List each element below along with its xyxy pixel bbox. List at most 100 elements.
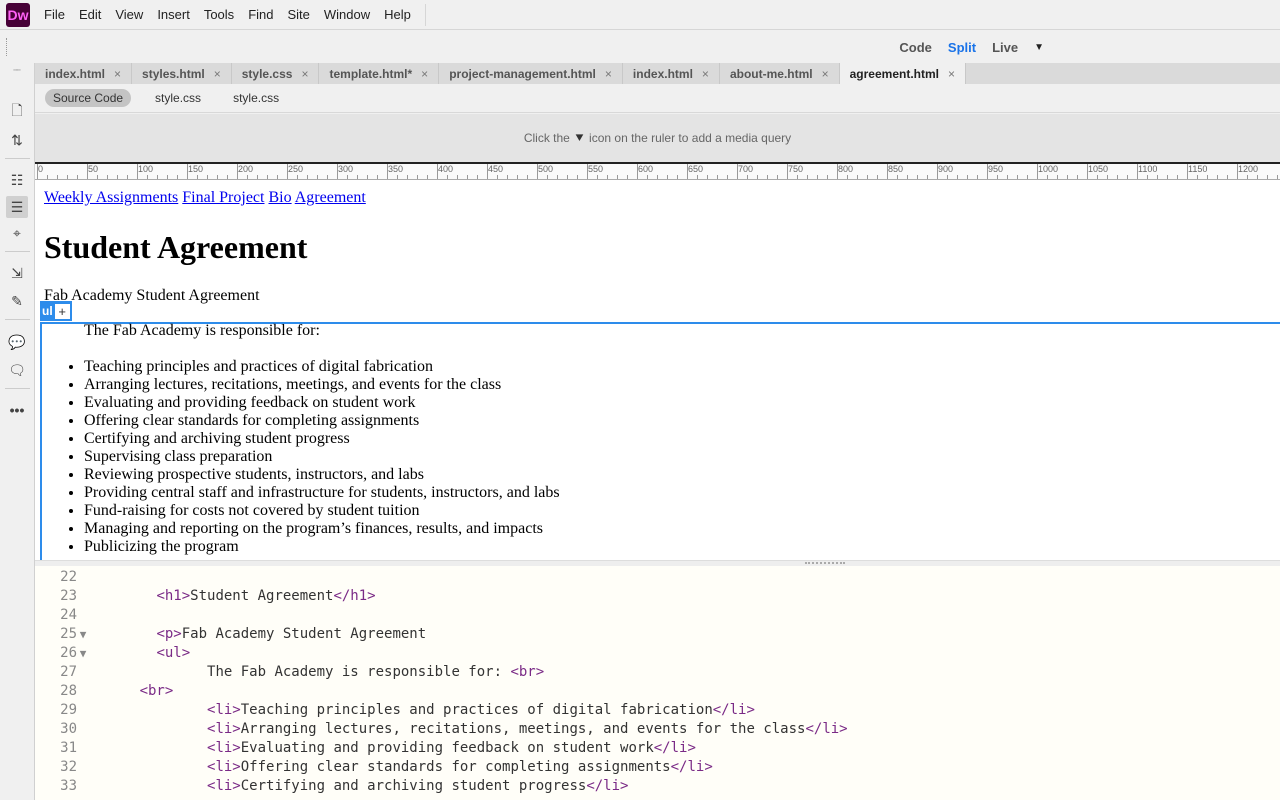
split-view-button[interactable]: Split bbox=[948, 40, 976, 55]
ruler-tick bbox=[277, 175, 278, 179]
tab-index-html[interactable]: index.html × bbox=[35, 63, 133, 84]
close-icon[interactable]: × bbox=[605, 67, 612, 81]
code-line[interactable]: 27 The Fab Academy is responsible for: <… bbox=[35, 663, 544, 682]
ruler-tick bbox=[1117, 175, 1118, 179]
related-file-style-css[interactable]: style.css bbox=[225, 89, 287, 107]
add-class-icon[interactable]: + bbox=[54, 303, 70, 319]
ruler-label: 250 bbox=[288, 164, 304, 174]
tab-style-css[interactable]: style.css × bbox=[232, 63, 320, 84]
tab-styles-html[interactable]: styles.html × bbox=[132, 63, 232, 84]
code-line[interactable]: 23 <h1>Student Agreement</h1> bbox=[35, 587, 375, 606]
nav-link-weekly-assignments[interactable]: Weekly Assignments bbox=[44, 189, 178, 206]
ruler-tick bbox=[597, 175, 598, 179]
code-line[interactable]: 31 <li>Evaluating and providing feedback… bbox=[35, 739, 696, 758]
responsibility-list: Teaching principles and practices of dig… bbox=[84, 358, 560, 556]
ruler-tick bbox=[1247, 175, 1248, 179]
code-line[interactable]: 32 <li>Offering clear standards for comp… bbox=[35, 758, 713, 777]
ruler-tick bbox=[1127, 175, 1128, 179]
ruler-tick bbox=[877, 175, 878, 179]
close-icon[interactable]: × bbox=[214, 67, 221, 81]
menu-view[interactable]: View bbox=[115, 7, 143, 22]
open-document-icon[interactable]: 🗋 bbox=[6, 101, 28, 123]
ruler-tick bbox=[497, 175, 498, 179]
nav-link-bio[interactable]: Bio bbox=[268, 189, 291, 206]
ruler-label: 700 bbox=[738, 164, 754, 174]
menu-find[interactable]: Find bbox=[248, 7, 273, 22]
target-icon[interactable]: ⌖ bbox=[6, 222, 28, 244]
file-transfer-icon[interactable]: ⇅ bbox=[6, 129, 28, 151]
menu-bar: Dw File Edit View Insert Tools Find Site… bbox=[0, 0, 1280, 30]
ruler-tick bbox=[1257, 175, 1258, 179]
tab-project-management-html[interactable]: project-management.html × bbox=[439, 63, 623, 84]
line-number: 32 bbox=[60, 759, 77, 775]
ruler-tick bbox=[67, 175, 68, 179]
menu-site[interactable]: Site bbox=[287, 7, 309, 22]
ruler-tick bbox=[407, 175, 408, 179]
code-tag: </li> bbox=[805, 721, 848, 737]
ruler-tick bbox=[777, 175, 778, 179]
tab-agreement-html[interactable]: agreement.html × bbox=[839, 63, 966, 84]
fold-arrow-icon[interactable]: ▼ bbox=[77, 644, 89, 663]
ruler-tick bbox=[327, 175, 328, 179]
close-icon[interactable]: × bbox=[948, 67, 955, 81]
code-tag: </li> bbox=[712, 702, 755, 718]
code-line[interactable]: 33 <li>Certifying and archiving student … bbox=[35, 777, 628, 796]
ruler-label: 1150 bbox=[1188, 164, 1208, 174]
format-source-icon[interactable]: ☰ bbox=[6, 196, 28, 218]
menu-file[interactable]: File bbox=[44, 7, 65, 22]
close-icon[interactable]: × bbox=[822, 67, 829, 81]
ruler-tick bbox=[797, 175, 798, 179]
fold-arrow-icon[interactable]: ▼ bbox=[77, 625, 89, 644]
tab-template-html-[interactable]: template.html* × bbox=[319, 63, 440, 84]
tab-label: index.html bbox=[632, 66, 693, 81]
nav-link-agreement[interactable]: Agreement bbox=[295, 189, 366, 206]
inspect-icon[interactable]: ☷ bbox=[6, 169, 28, 191]
code-line[interactable]: 26 ▼ <ul> bbox=[35, 644, 190, 663]
menu-window[interactable]: Window bbox=[324, 7, 370, 22]
code-line[interactable]: 25 ▼ <p>Fab Academy Student Agreement bbox=[35, 625, 426, 644]
element-hud[interactable]: ul + bbox=[40, 301, 72, 321]
expand-icon[interactable]: ⇲ bbox=[6, 262, 28, 284]
paragraph: Fab Academy Student Agreement bbox=[44, 287, 260, 304]
close-icon[interactable]: × bbox=[421, 67, 428, 81]
remove-comment-icon[interactable]: 🗨 bbox=[6, 359, 28, 381]
comment-icon[interactable]: 💬 bbox=[6, 331, 28, 353]
view-mode-toolbar: Code Split Live ▼ bbox=[0, 31, 1280, 63]
close-icon[interactable]: × bbox=[702, 67, 709, 81]
ruler-tick bbox=[367, 175, 368, 179]
close-icon[interactable]: × bbox=[301, 67, 308, 81]
ruler-tick bbox=[247, 175, 248, 179]
code-tag: <br> bbox=[139, 683, 174, 699]
menu-edit[interactable]: Edit bbox=[79, 7, 101, 22]
code-view[interactable]: 22 23 <h1>Student Agreement</h1> 24 25 ▼ <… bbox=[35, 566, 1280, 800]
code-line[interactable]: 24 bbox=[35, 606, 123, 625]
ruler-label: 400 bbox=[438, 164, 454, 174]
code-view-button[interactable]: Code bbox=[899, 40, 932, 55]
tab-index-html[interactable]: index.html × bbox=[623, 63, 720, 84]
ruler-tick bbox=[567, 175, 568, 179]
menu-insert[interactable]: Insert bbox=[157, 7, 190, 22]
design-view[interactable]: Weekly Assignments Final Project Bio Agr… bbox=[35, 180, 1280, 560]
toolbar-grip-icon[interactable]: ┅┅ bbox=[6, 67, 28, 74]
menu-help[interactable]: Help bbox=[384, 7, 411, 22]
ruler-tick bbox=[697, 175, 698, 179]
related-file-source-code[interactable]: Source Code bbox=[45, 89, 132, 107]
ruler[interactable]: 0 50 100 150 200 250 300 350 400 450 500 550 600 650 7… bbox=[35, 162, 1280, 180]
code-line[interactable]: 22 bbox=[35, 568, 123, 587]
code-line[interactable]: 29 <li>Teaching principles and practices… bbox=[35, 701, 755, 720]
code-line[interactable]: 30 <li>Arranging lectures, recitations, … bbox=[35, 720, 848, 739]
related-file-style-css[interactable]: style.css bbox=[147, 89, 209, 107]
code-tag: </li> bbox=[670, 759, 713, 775]
code-line[interactable]: 28 <br> bbox=[35, 682, 173, 701]
nav-link-final-project[interactable]: Final Project bbox=[182, 189, 264, 206]
live-view-button[interactable]: Live bbox=[992, 40, 1018, 55]
close-icon[interactable]: × bbox=[114, 67, 121, 81]
tab-about-me-html[interactable]: about-me.html × bbox=[720, 63, 840, 84]
wrap-tag-icon[interactable]: ✎ bbox=[6, 290, 28, 312]
element-tag-label[interactable]: ul bbox=[42, 304, 53, 318]
ruler-tick bbox=[317, 175, 318, 179]
ruler-label: 800 bbox=[838, 164, 854, 174]
caret-down-icon[interactable]: ▼ bbox=[1034, 42, 1044, 53]
more-icon[interactable]: ••• bbox=[6, 399, 28, 421]
menu-tools[interactable]: Tools bbox=[204, 7, 234, 22]
